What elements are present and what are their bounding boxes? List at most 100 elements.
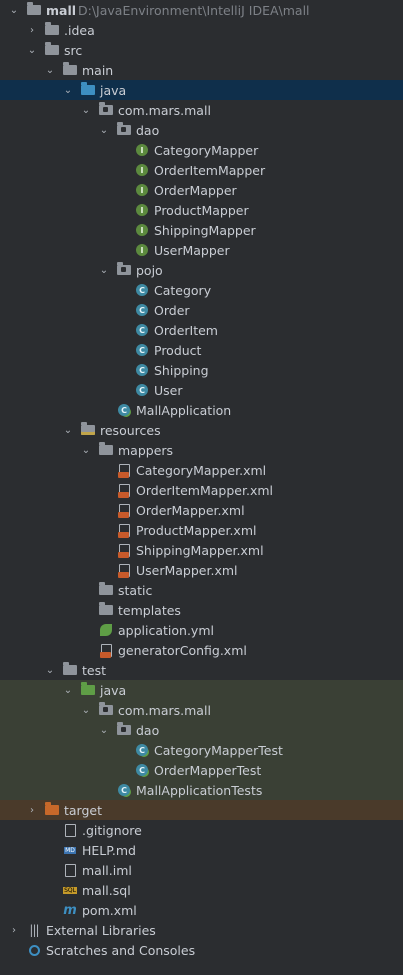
tree-item-idea[interactable]: › .idea — [0, 20, 403, 40]
chevron-down-icon[interactable]: ⌄ — [8, 4, 20, 16]
tree-item-label: HELP.md — [82, 842, 136, 858]
tree-item-label: target — [64, 802, 103, 818]
chevron-down-icon[interactable]: ⌄ — [80, 444, 92, 456]
tree-item-shippingmapper-xml[interactable]: ShippingMapper.xml — [0, 540, 403, 560]
tree-item-label: UserMapper — [154, 242, 230, 258]
tree-item-orderitemmapper[interactable]: I OrderItemMapper — [0, 160, 403, 180]
tree-item-label: static — [118, 582, 153, 598]
tree-item-target[interactable]: › target — [0, 800, 403, 820]
folder-icon — [62, 62, 78, 78]
tree-item-pojo[interactable]: ⌄ pojo — [0, 260, 403, 280]
tree-item-templates[interactable]: templates — [0, 600, 403, 620]
resources-folder-icon — [80, 422, 96, 438]
tree-item-order[interactable]: C Order — [0, 300, 403, 320]
tree-item-com-mars-mall[interactable]: ⌄ com.mars.mall — [0, 100, 403, 120]
chevron-right-icon[interactable]: › — [26, 804, 38, 816]
xml-file-icon — [116, 562, 132, 578]
chevron-down-icon[interactable]: ⌄ — [80, 104, 92, 116]
chevron-down-icon[interactable]: ⌄ — [98, 724, 110, 736]
tree-item-ordermapper-xml[interactable]: OrderMapper.xml — [0, 500, 403, 520]
tree-item-src[interactable]: ⌄ src — [0, 40, 403, 60]
tree-item-categorymappertest[interactable]: C CategoryMapperTest — [0, 740, 403, 760]
tree-item-test-java[interactable]: ⌄ java — [0, 680, 403, 700]
tree-item-label: OrderItemMapper.xml — [136, 482, 273, 498]
project-path-hint: D:\JavaEnvironment\IntelliJ IDEA\mall — [78, 2, 310, 18]
tree-item-mall[interactable]: ⌄ mall D:\JavaEnvironment\IntelliJ IDEA\ma… — [0, 0, 403, 20]
interface-icon: I — [134, 222, 150, 238]
package-icon — [116, 262, 132, 278]
tree-item-help-md[interactable]: MD HELP.md — [0, 840, 403, 860]
tree-item-label: Category — [154, 282, 212, 298]
tree-item-label: CategoryMapperTest — [154, 742, 283, 758]
chevron-down-icon[interactable]: ⌄ — [98, 264, 110, 276]
chevron-down-icon[interactable]: ⌄ — [98, 124, 110, 136]
tree-item-ordermapper[interactable]: I OrderMapper — [0, 180, 403, 200]
tree-item-shipping[interactable]: C Shipping — [0, 360, 403, 380]
project-tree: ⌄ mall D:\JavaEnvironment\IntelliJ IDEA\ma… — [0, 0, 403, 975]
tree-item-label: CategoryMapper — [154, 142, 259, 158]
tree-item-mallapplicationtests[interactable]: C MallApplicationTests — [0, 780, 403, 800]
tree-item-mall-iml[interactable]: mall.iml — [0, 860, 403, 880]
tree-item-pom-xml[interactable]: m pom.xml — [0, 900, 403, 920]
tree-item-resources[interactable]: ⌄ resources — [0, 420, 403, 440]
tree-item-categorymapper-xml[interactable]: CategoryMapper.xml — [0, 460, 403, 480]
spring-config-icon — [98, 622, 114, 638]
tree-item-label: generatorConfig.xml — [118, 642, 247, 658]
folder-icon — [98, 442, 114, 458]
chevron-down-icon[interactable]: ⌄ — [62, 84, 74, 96]
tree-item-test-dao[interactable]: ⌄ dao — [0, 720, 403, 740]
tree-item-mappers[interactable]: ⌄ mappers — [0, 440, 403, 460]
chevron-down-icon[interactable]: ⌄ — [62, 424, 74, 436]
chevron-right-icon[interactable]: › — [8, 924, 20, 936]
tree-item-user[interactable]: C User — [0, 380, 403, 400]
folder-icon — [44, 22, 60, 38]
tree-item-test[interactable]: ⌄ test — [0, 660, 403, 680]
chevron-down-icon[interactable]: ⌄ — [62, 684, 74, 696]
tree-item-product[interactable]: C Product — [0, 340, 403, 360]
class-icon: C — [134, 362, 150, 378]
tree-item-label: OrderItem — [154, 322, 218, 338]
xml-file-icon — [116, 462, 132, 478]
tree-item-usermapper-xml[interactable]: UserMapper.xml — [0, 560, 403, 580]
chevron-down-icon[interactable]: ⌄ — [44, 664, 56, 676]
tree-item-label: UserMapper.xml — [136, 562, 238, 578]
tree-item-mallapplication[interactable]: C MallApplication — [0, 400, 403, 420]
tree-item-orderitemmapper-xml[interactable]: OrderItemMapper.xml — [0, 480, 403, 500]
tree-item-gitignore[interactable]: .gitignore — [0, 820, 403, 840]
tree-item-usermapper[interactable]: I UserMapper — [0, 240, 403, 260]
tree-item-label: ShippingMapper.xml — [136, 542, 264, 558]
maven-icon: m — [63, 902, 77, 918]
xml-file-icon — [98, 642, 114, 658]
tree-item-label: Shipping — [154, 362, 209, 378]
tree-item-productmapper-xml[interactable]: ProductMapper.xml — [0, 520, 403, 540]
tree-item-generatorconfig-xml[interactable]: generatorConfig.xml — [0, 640, 403, 660]
folder-icon — [80, 82, 96, 98]
tree-item-category[interactable]: C Category — [0, 280, 403, 300]
tree-item-application-yml[interactable]: application.yml — [0, 620, 403, 640]
tree-item-label: dao — [136, 722, 160, 738]
tree-item-main[interactable]: ⌄ main — [0, 60, 403, 80]
xml-file-icon — [116, 482, 132, 498]
tree-item-orderitem[interactable]: C OrderItem — [0, 320, 403, 340]
chevron-right-icon[interactable]: › — [26, 24, 38, 36]
class-icon: C — [134, 282, 150, 298]
tree-item-test-com-mars-mall[interactable]: ⌄ com.mars.mall — [0, 700, 403, 720]
tree-item-label: com.mars.mall — [118, 702, 211, 718]
package-icon — [98, 702, 114, 718]
chevron-down-icon[interactable]: ⌄ — [44, 64, 56, 76]
tree-item-mall-sql[interactable]: SQL mall.sql — [0, 880, 403, 900]
tree-item-static[interactable]: static — [0, 580, 403, 600]
chevron-down-icon[interactable]: ⌄ — [26, 44, 38, 56]
tree-item-categorymapper[interactable]: I CategoryMapper — [0, 140, 403, 160]
tree-item-productmapper[interactable]: I ProductMapper — [0, 200, 403, 220]
tree-item-label: pojo — [136, 262, 163, 278]
tree-item-scratches[interactable]: Scratches and Consoles — [0, 940, 403, 960]
tree-item-label: External Libraries — [46, 922, 156, 938]
tree-item-ordermappertest[interactable]: C OrderMapperTest — [0, 760, 403, 780]
tree-item-java[interactable]: ⌄ java — [0, 80, 403, 100]
tree-item-dao[interactable]: ⌄ dao — [0, 120, 403, 140]
tree-item-external-libraries[interactable]: › ||| External Libraries — [0, 920, 403, 940]
chevron-down-icon[interactable]: ⌄ — [80, 704, 92, 716]
tree-item-shippingmapper[interactable]: I ShippingMapper — [0, 220, 403, 240]
xml-file-icon — [116, 502, 132, 518]
